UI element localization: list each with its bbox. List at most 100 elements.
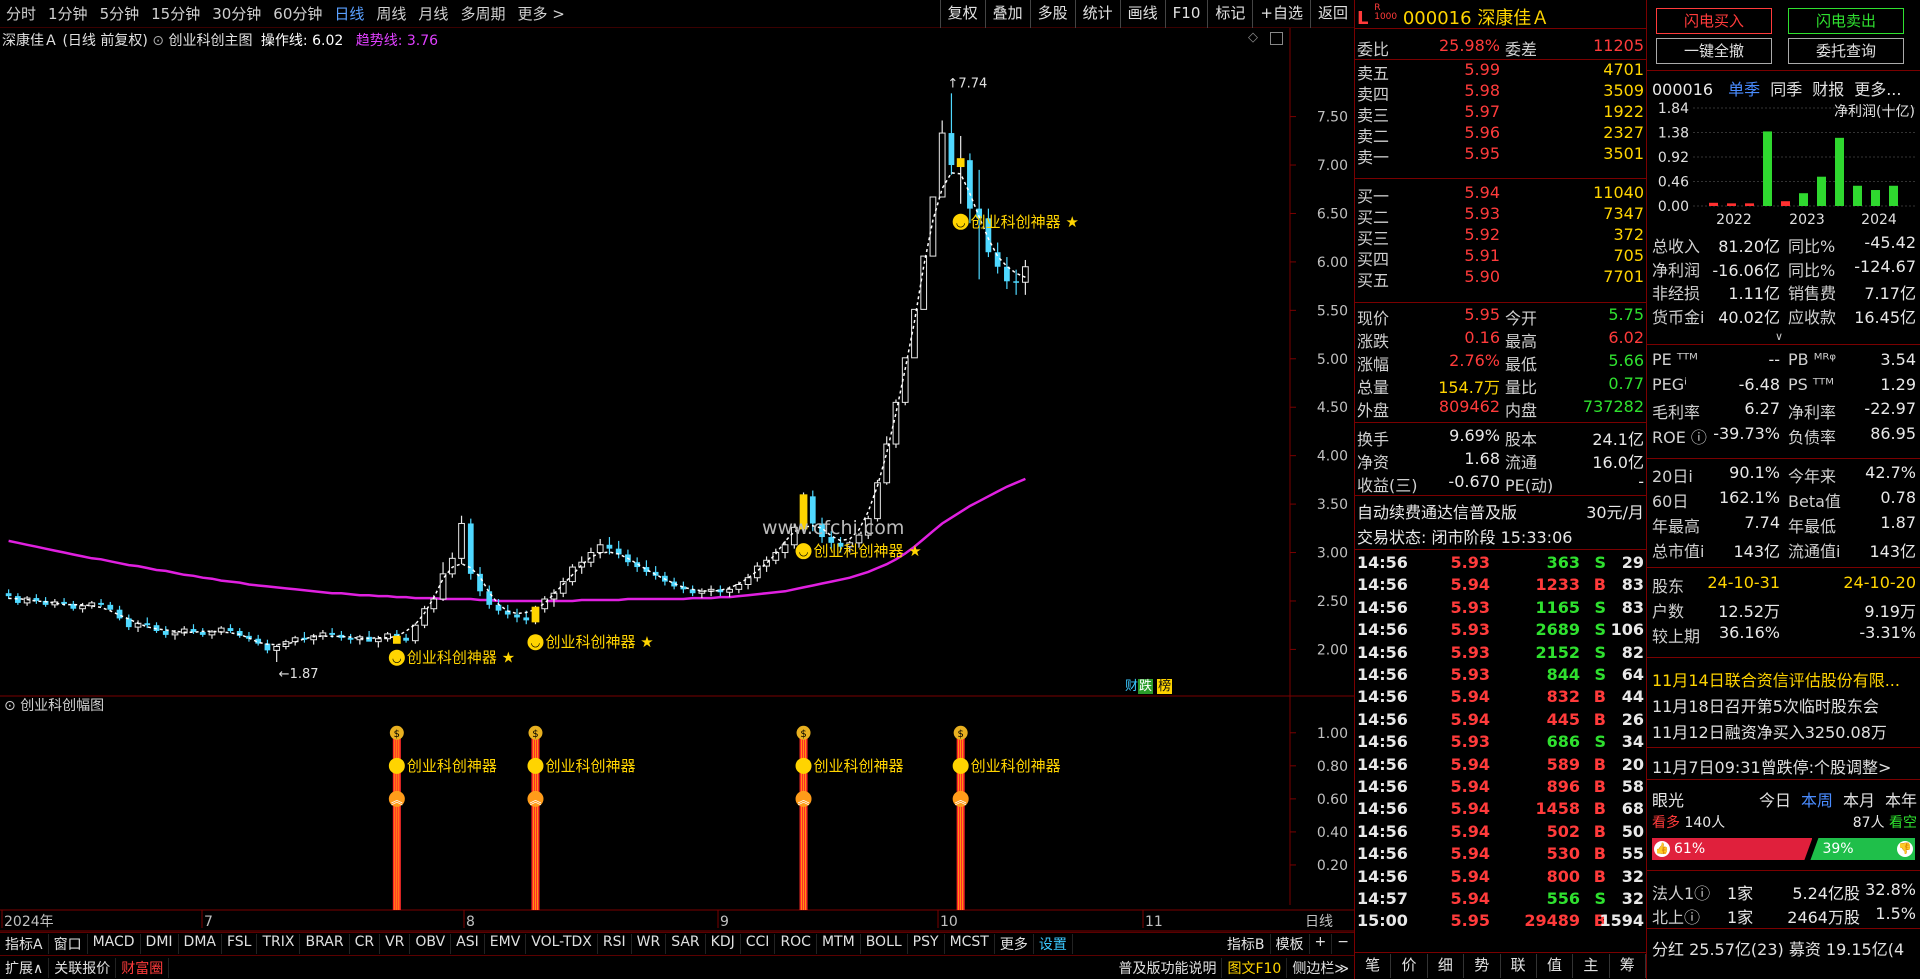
chart-diamond-icon[interactable]: ◇ [1248, 30, 1258, 45]
linked-quote-button[interactable]: 关联报价 [49, 957, 117, 978]
fin-tab[interactable]: 单季 [1728, 80, 1760, 99]
toolbar-button[interactable]: 统计 [1074, 0, 1120, 28]
indicator-tab[interactable]: ASI [451, 933, 485, 954]
toolbar-button[interactable]: 多股 [1029, 0, 1075, 28]
indicator-tab[interactable]: RSI [598, 933, 632, 954]
tick-tab[interactable]: 细 [1428, 954, 1465, 978]
toolbar-button[interactable]: F10 [1164, 0, 1208, 28]
indicator-tab[interactable]: VOL-TDX [526, 933, 598, 954]
indicator-tab[interactable]: TRIX [257, 933, 301, 954]
chart-stock-name: 深康佳Ａ [2, 33, 58, 49]
indicator-toggle-icon[interactable]: ⊙ [152, 33, 164, 49]
wealth-circle-button[interactable]: 财富圈 [116, 957, 170, 978]
fin-stock-code: 000016 [1652, 80, 1714, 99]
kline-chart[interactable]: ↑7.74 ←1.87 ◡ 创业科创神器 ★ ◡ 创业科创神器 ★ ◡ 创业科创神器 ★ ◡ 创… [0, 28, 1355, 933]
period-tab[interactable]: 30分钟 [206, 0, 267, 28]
tick-tab[interactable]: 势 [1464, 954, 1501, 978]
indicator-name[interactable]: 创业科创主图 [168, 33, 252, 49]
tick-tab[interactable]: 筹 [1610, 954, 1646, 978]
indicator-tab[interactable]: MTM [817, 933, 861, 954]
indicator-tab[interactable]: 更多 [995, 933, 1034, 954]
flash-sell-button[interactable]: 闪电卖出 [1788, 8, 1904, 34]
period-tab[interactable]: 月线 [412, 0, 454, 28]
indicator-tab[interactable]: SAR [666, 933, 706, 954]
period-tab[interactable]: 15分钟 [145, 0, 206, 28]
candle-body [347, 637, 354, 640]
indicator-control[interactable]: 指标B [1222, 933, 1271, 954]
vision-tab[interactable]: 本周 [1801, 791, 1833, 810]
tick-count: 26 [1621, 709, 1644, 729]
indicator-tab[interactable]: BRAR [300, 933, 350, 954]
news-item[interactable]: 11月18日召开第5次临时股东会 [1652, 693, 1917, 717]
vision-tab[interactable]: 今日 [1759, 791, 1791, 810]
bar-y-tick: 1.38 [1658, 126, 1689, 142]
tip-link[interactable]: 普及版功能说明 [1113, 957, 1223, 978]
tick-tab[interactable]: 笔 [1355, 954, 1392, 978]
period-tab[interactable]: 日线 [328, 0, 370, 28]
vision-tab[interactable]: 本年 [1885, 791, 1917, 810]
period-tab[interactable]: 分时 [0, 0, 42, 28]
toolbar-button[interactable]: 画线 [1119, 0, 1165, 28]
promo-text[interactable]: 自动续费通达信普及版 [1357, 499, 1517, 523]
flash-buy-button[interactable]: 闪电买入 [1656, 8, 1772, 34]
indicator-tab[interactable]: EMV [485, 933, 527, 954]
indicator-tab[interactable]: OBV [410, 933, 452, 954]
indicator-tab[interactable]: 指标A [0, 933, 49, 954]
indicator-control[interactable]: + [1310, 933, 1333, 954]
vision-tab[interactable]: 本月 [1843, 791, 1875, 810]
limit-notice[interactable]: 11月7日09:31曾跌停:个股调整> [1652, 754, 1891, 778]
indicator-tab[interactable]: VR [380, 933, 411, 954]
sidebar-toggle[interactable]: 侧边栏≫ [1287, 957, 1355, 978]
expand-button[interactable]: 扩展∧ [0, 957, 50, 978]
toolbar-button[interactable]: 复权 [939, 0, 985, 28]
indicator-tab[interactable]: DMA [179, 933, 222, 954]
tick-tab[interactable]: 值 [1537, 954, 1574, 978]
fin-tab[interactable]: 更多... [1854, 80, 1901, 99]
toolbar-button[interactable]: +自选 [1252, 0, 1310, 28]
indicator-control[interactable]: 模板 [1271, 933, 1310, 954]
toolbar-button[interactable]: 标记 [1207, 0, 1252, 28]
news-item[interactable]: 11月14日联合资信评估股份有限... [1652, 667, 1917, 691]
stat-label: 最低 [1505, 355, 1538, 374]
period-tab[interactable]: 更多 > [511, 0, 570, 28]
expand-icon[interactable]: ∨ [1775, 330, 1783, 343]
indicator-tab[interactable]: 窗口 [49, 933, 88, 954]
tick-tab[interactable]: 价 [1391, 954, 1428, 978]
indicator-tab[interactable]: ROC [775, 933, 817, 954]
bull-bar[interactable]: 61% [1652, 838, 1812, 860]
period-tab[interactable]: 5分钟 [94, 0, 146, 28]
promo-price[interactable]: 30元/月 [1586, 499, 1644, 523]
order-query-button[interactable]: 委托查询 [1788, 38, 1904, 64]
indicator-tab[interactable]: MCST [945, 933, 995, 954]
period-tab[interactable]: 周线 [370, 0, 412, 28]
toolbar-button[interactable]: 叠加 [984, 0, 1030, 28]
thumb-down-icon[interactable]: 👎 [1897, 841, 1913, 857]
indicator-bar: 指标A 窗口 MACD DMI DMA FSL TRIX BRAR CR VR OBV ASI EMV V… [0, 932, 1355, 954]
indicator-tab[interactable]: BOLL [861, 933, 908, 954]
indicator-tab[interactable]: CR [350, 933, 381, 954]
indicator-control[interactable]: − [1332, 933, 1355, 954]
indicator-tab[interactable]: MACD [88, 933, 141, 954]
toolbar-button[interactable]: 返回 [1309, 0, 1355, 28]
thumb-up-icon[interactable]: 👍 [1654, 841, 1670, 857]
indicator-tab[interactable]: FSL [222, 933, 258, 954]
tick-tab[interactable]: 主 [1573, 954, 1610, 978]
indicator-tab[interactable]: CCI [741, 933, 776, 954]
promo-row[interactable]: 自动续费通达信普及版 30元/月 [1355, 499, 1650, 523]
rank-badge[interactable]: 财跌 榜 [1125, 675, 1173, 694]
period-tab[interactable]: 60分钟 [267, 0, 328, 28]
news-item[interactable]: 11月12日融资净买入3250.08万 [1652, 719, 1917, 743]
cancel-all-button[interactable]: 一键全撤 [1656, 38, 1772, 64]
indicator-tab[interactable]: 设置 [1034, 933, 1073, 954]
indicator-tab[interactable]: KDJ [706, 933, 741, 954]
f10-button[interactable]: 图文F10 [1222, 957, 1288, 978]
indicator-tab[interactable]: WR [632, 933, 667, 954]
chart-window-icon[interactable] [1270, 32, 1283, 45]
tick-tab[interactable]: 联 [1501, 954, 1537, 978]
fin-tab[interactable]: 财报 [1812, 80, 1844, 99]
period-tab[interactable]: 1分钟 [42, 0, 94, 28]
indicator-tab[interactable]: DMI [141, 933, 179, 954]
period-tab[interactable]: 多周期 [454, 0, 511, 28]
fin-tab[interactable]: 同季 [1770, 80, 1802, 99]
indicator-tab[interactable]: PSY [908, 933, 945, 954]
